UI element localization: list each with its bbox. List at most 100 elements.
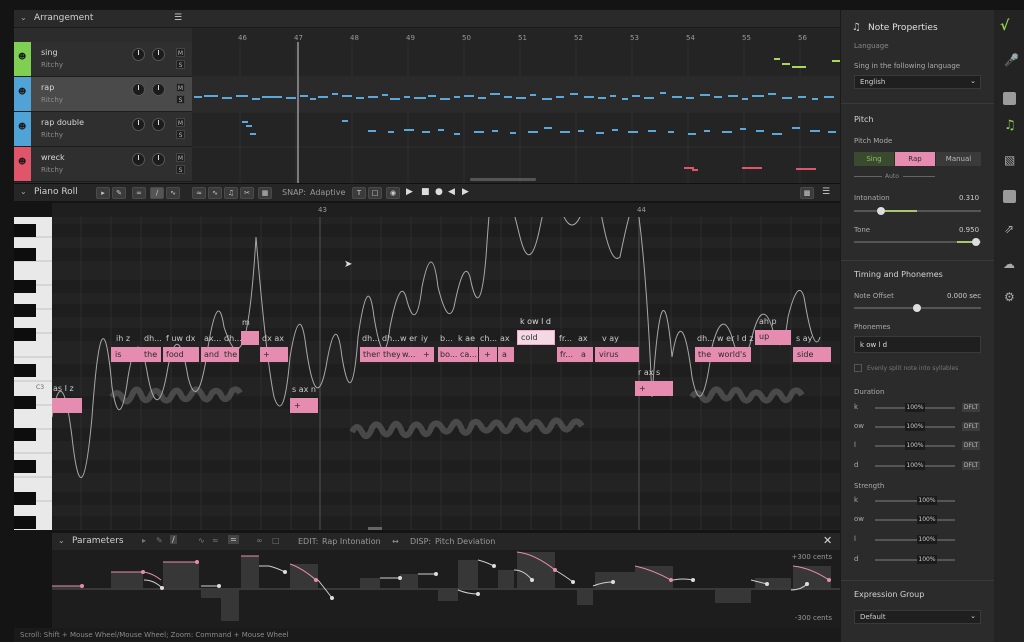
settings-gear-icon[interactable]: ⚙ [1004, 290, 1015, 304]
solo-button[interactable]: S [176, 165, 185, 174]
note[interactable]: world's [715, 347, 751, 362]
link-tool-icon[interactable]: ∞ [256, 536, 263, 545]
snap-grid-icon[interactable]: □ [368, 187, 382, 199]
arrangement-ruler[interactable]: 46 47 48 49 50 51 52 53 54 55 56 [192, 34, 840, 46]
note[interactable]: the [141, 347, 161, 362]
clapperboard-icon[interactable] [1003, 92, 1016, 105]
audio-tool-icon[interactable]: ♫ [224, 187, 238, 199]
parameters-graph[interactable]: +300 cents -300 cents [52, 550, 840, 628]
mute-button[interactable]: M [176, 118, 185, 127]
triplet-icon[interactable]: T [352, 187, 366, 199]
mute-button[interactable]: M [176, 153, 185, 162]
collapse-chevron-icon[interactable]: ⌄ [20, 187, 27, 196]
strength-slider[interactable] [875, 519, 955, 521]
note[interactable]: a [577, 347, 593, 362]
strength-value[interactable]: 100% [917, 555, 937, 564]
record-view-icon[interactable]: ◉ [386, 187, 400, 199]
document-icon[interactable] [1003, 190, 1016, 203]
pen-tool-icon[interactable]: ✎ [112, 187, 126, 199]
mute-button[interactable]: M [176, 48, 185, 57]
arrangement-timeline[interactable] [192, 28, 840, 183]
expression-dropdown[interactable]: Default ⌄ [854, 610, 981, 624]
smooth-tool-icon[interactable]: ∿ [198, 536, 205, 545]
link-tool-icon[interactable]: ∞ [132, 187, 146, 199]
play-icon[interactable]: ▶ [406, 187, 413, 197]
track-sing[interactable]: ☻ sing Ritchy M S [14, 42, 192, 77]
piano-roll-ruler[interactable]: 43 44 [52, 203, 840, 217]
piano-roll-menu-icon[interactable]: ☰ [822, 187, 830, 197]
note[interactable]: and [201, 347, 221, 362]
split-checkbox[interactable] [854, 364, 862, 372]
note[interactable]: bo... [438, 347, 458, 362]
wave-tool-icon[interactable]: ≈ [212, 536, 219, 545]
intonation-slider[interactable] [854, 210, 981, 212]
strength-value[interactable]: 100% [917, 515, 937, 524]
track-menu-icon[interactable]: ☰ [174, 13, 182, 23]
note[interactable]: they [380, 347, 401, 362]
volume-knob[interactable] [132, 48, 145, 61]
select-tool-icon[interactable]: ▸ [142, 536, 146, 545]
duration-value[interactable]: 100% [905, 422, 925, 431]
strength-slider[interactable] [875, 559, 955, 561]
pan-knob[interactable] [152, 153, 165, 166]
language-dropdown[interactable]: English ⌄ [854, 75, 981, 89]
duration-value[interactable]: 100% [905, 441, 925, 450]
note[interactable]: the [221, 347, 239, 362]
rewind-icon[interactable]: ◀ [448, 187, 455, 197]
swap-icon[interactable]: ↔ [392, 537, 399, 546]
note[interactable]: + [260, 347, 288, 362]
library-icon[interactable]: ▧ [1004, 153, 1015, 167]
phonemes-input[interactable]: k ow l d [854, 336, 981, 353]
cloud-icon[interactable]: ☁ [1003, 257, 1015, 271]
note[interactable]: + [479, 347, 497, 362]
record-icon[interactable]: ● [435, 187, 443, 197]
vibrato-tool-icon[interactable]: ≈ [192, 187, 206, 199]
note[interactable]: the [695, 347, 715, 362]
music-note-icon[interactable]: ♫ [1004, 118, 1016, 133]
note[interactable]: a [498, 347, 514, 362]
default-button[interactable]: DFLT [962, 461, 980, 470]
volume-knob[interactable] [132, 153, 145, 166]
close-icon[interactable]: ✕ [823, 534, 832, 547]
strength-value[interactable]: 100% [917, 535, 937, 544]
mute-button[interactable]: M [176, 83, 185, 92]
note[interactable] [52, 398, 82, 413]
pitch-pen-tool-icon[interactable]: ∕ [150, 187, 164, 199]
note[interactable]: up [755, 330, 791, 345]
export-icon[interactable]: ⇗ [1004, 222, 1014, 236]
select-tool-icon[interactable]: ▸ [96, 187, 110, 199]
note[interactable]: + [290, 398, 318, 413]
curve-tool-icon[interactable]: ∿ [166, 187, 180, 199]
note-selected[interactable]: cold [517, 330, 555, 345]
note[interactable]: ca... [458, 347, 478, 362]
duration-value[interactable]: 100% [905, 461, 925, 470]
vibrato-tool-icon[interactable]: ≃ [228, 535, 239, 544]
display-parameter-dropdown[interactable]: Pitch Deviation [435, 537, 495, 546]
default-button[interactable]: DFLT [962, 441, 980, 450]
strength-value[interactable]: 100% [917, 496, 937, 505]
note[interactable]: food [163, 347, 199, 362]
solo-button[interactable]: S [176, 95, 185, 104]
snap-dropdown[interactable]: Adaptive [310, 188, 345, 197]
fit-view-icon[interactable]: ▩ [800, 187, 814, 199]
collapse-chevron-icon[interactable]: ⌄ [20, 13, 27, 22]
track-wreck[interactable]: ☻ wreck Ritchy M S [14, 147, 192, 182]
line-tool-icon[interactable]: ∕ [170, 535, 177, 544]
scroll-handle[interactable] [368, 527, 382, 530]
default-button[interactable]: DFLT [962, 403, 980, 412]
pitch-mode-manual[interactable]: Manual [936, 152, 981, 166]
intonation-thumb[interactable] [877, 207, 885, 215]
track-rap[interactable]: ☻ rap Ritchy M S [14, 77, 192, 112]
default-button[interactable]: DFLT [962, 422, 980, 431]
note[interactable]: side [793, 347, 831, 362]
solo-button[interactable]: S [176, 130, 185, 139]
note[interactable]: + [418, 347, 434, 362]
note[interactable]: is [111, 347, 143, 362]
stop-icon[interactable]: ■ [421, 187, 430, 197]
edit-parameter-dropdown[interactable]: Rap Intonation [322, 537, 381, 546]
pitch-mode-rap[interactable]: Rap [895, 152, 935, 166]
note[interactable]: fr... [557, 347, 577, 362]
copy-tool-icon[interactable]: □ [272, 536, 280, 545]
pan-knob[interactable] [152, 118, 165, 131]
pen-tool-icon[interactable]: ✎ [156, 536, 163, 545]
